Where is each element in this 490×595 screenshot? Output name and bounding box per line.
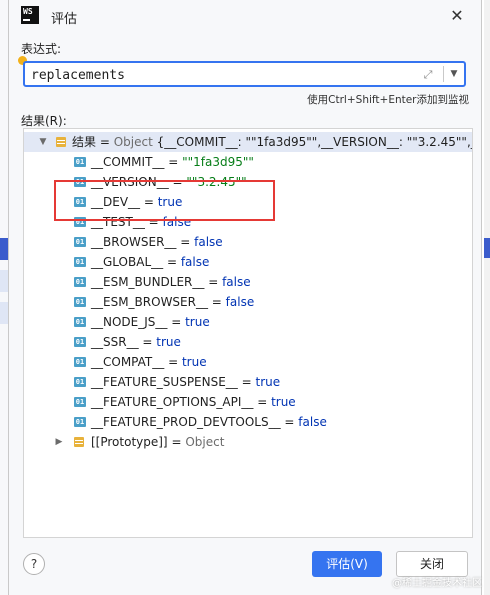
field-value: false [298,415,327,429]
field-name: __FEATURE_OPTIONS_API__ [91,395,254,409]
field-row[interactable]: 01 __COMMIT__ = ""1fa3d95"" [24,152,472,172]
field-icon: 01 [74,257,86,267]
ide-background-right [484,0,490,595]
field-name: __COMPAT__ [91,355,165,369]
ide-editor-background [0,0,8,595]
webstorm-logo-icon: WS [21,6,39,24]
expression-input[interactable] [31,66,411,84]
field-row[interactable]: 01 __ESM_BUNDLER__ = false [24,272,472,292]
field-icon: 01 [74,417,86,427]
field-row[interactable]: 01 __NODE_JS__ = true [24,312,472,332]
root-summary: {__COMMIT__: ""1fa3d95"",__VERSION__: ""… [156,135,473,149]
root-name: 结果 [72,135,97,149]
field-icon: 01 [74,157,86,167]
field-name: __COMMIT__ [91,155,165,169]
history-dropdown-icon[interactable]: ▼ [446,66,462,82]
watermark: @稀土掘金技术社区 [392,578,482,589]
dialog-titlebar: WS 评估 ✕ [9,0,481,32]
root-eq: = [96,135,114,149]
red-annotation-box [54,180,275,221]
expression-field[interactable]: ⤢ ▼ [23,61,466,87]
help-button[interactable]: ? [23,553,45,575]
prototype-name: [[Prototype]] [91,435,168,449]
field-row[interactable]: 01 __FEATURE_OPTIONS_API__ = true [24,392,472,412]
field-icon: 01 [74,337,86,347]
field-icon: 01 [74,297,86,307]
ide-selection-stripe [484,238,490,258]
field-row[interactable]: 01 __BROWSER__ = false [24,232,472,252]
expression-label: 表达式: [21,42,62,56]
field-row[interactable]: 01 __GLOBAL__ = false [24,252,472,272]
dialog-title: 评估 [51,12,78,27]
field-value: false [222,275,251,289]
field-name: __ESM_BUNDLER__ [91,275,205,289]
ide-highlight-stripe [0,302,8,324]
ide-highlight-stripe [0,270,8,292]
field-value: true [271,395,296,409]
field-row[interactable]: 01 __FEATURE_PROD_DEVTOOLS__ = false [24,412,472,432]
field-row[interactable]: 01 __COMPAT__ = true [24,352,472,372]
root-type: Object [113,135,157,149]
dropdown-divider [443,66,444,82]
field-icon: 01 [74,237,86,247]
chevron-down-icon[interactable]: ▼ [38,137,48,147]
prototype-row[interactable]: ▶ [[Prototype]] = Object [24,432,472,452]
expand-editor-icon[interactable]: ⤢ [420,67,436,83]
field-value: true [185,315,210,329]
field-value: true [181,355,207,369]
field-name: __FEATURE_SUSPENSE__ [91,375,238,389]
field-value: true [156,335,181,349]
field-name: __ESM_BROWSER__ [91,295,208,309]
field-name: __NODE_JS__ [91,315,168,329]
close-icon[interactable]: ✕ [447,6,467,26]
ide-selection-stripe [0,238,8,260]
evaluate-dialog: WS 评估 ✕ 表达式: ⤢ ▼ 使用Ctrl+Shift+Enter添加到监视… [8,0,482,595]
evaluate-button[interactable]: 评估(V) [312,551,382,577]
field-value: ""1fa3d95"" [182,155,254,169]
object-icon [56,137,66,147]
field-icon: 01 [74,397,86,407]
field-name: __BROWSER__ [91,235,177,249]
field-row[interactable]: 01 __SSR__ = true [24,332,472,352]
field-row[interactable]: 01 __ESM_BROWSER__ = false [24,292,472,312]
field-name: __GLOBAL__ [91,255,164,269]
field-icon: 01 [74,357,86,367]
field-value: false [180,255,210,269]
result-root-row[interactable]: ▼ 结果 = Object {__COMMIT__: ""1fa3d95"",_… [24,132,472,152]
object-icon [74,437,84,447]
prototype-value: Object [185,435,225,449]
field-row[interactable]: 01 __FEATURE_SUSPENSE__ = true [24,372,472,392]
field-name: __FEATURE_PROD_DEVTOOLS__ [91,415,281,429]
result-label: 结果(R): [21,114,67,128]
field-value: false [225,295,255,309]
field-value: false [194,235,223,249]
field-icon: 01 [74,377,86,387]
field-name: __SSR__ [91,335,139,349]
chevron-right-icon[interactable]: ▶ [54,437,64,447]
field-icon: 01 [74,317,86,327]
field-icon: 01 [74,277,86,287]
add-to-watches-hint: 使用Ctrl+Shift+Enter添加到监视 [307,94,469,106]
field-value: true [255,375,281,389]
